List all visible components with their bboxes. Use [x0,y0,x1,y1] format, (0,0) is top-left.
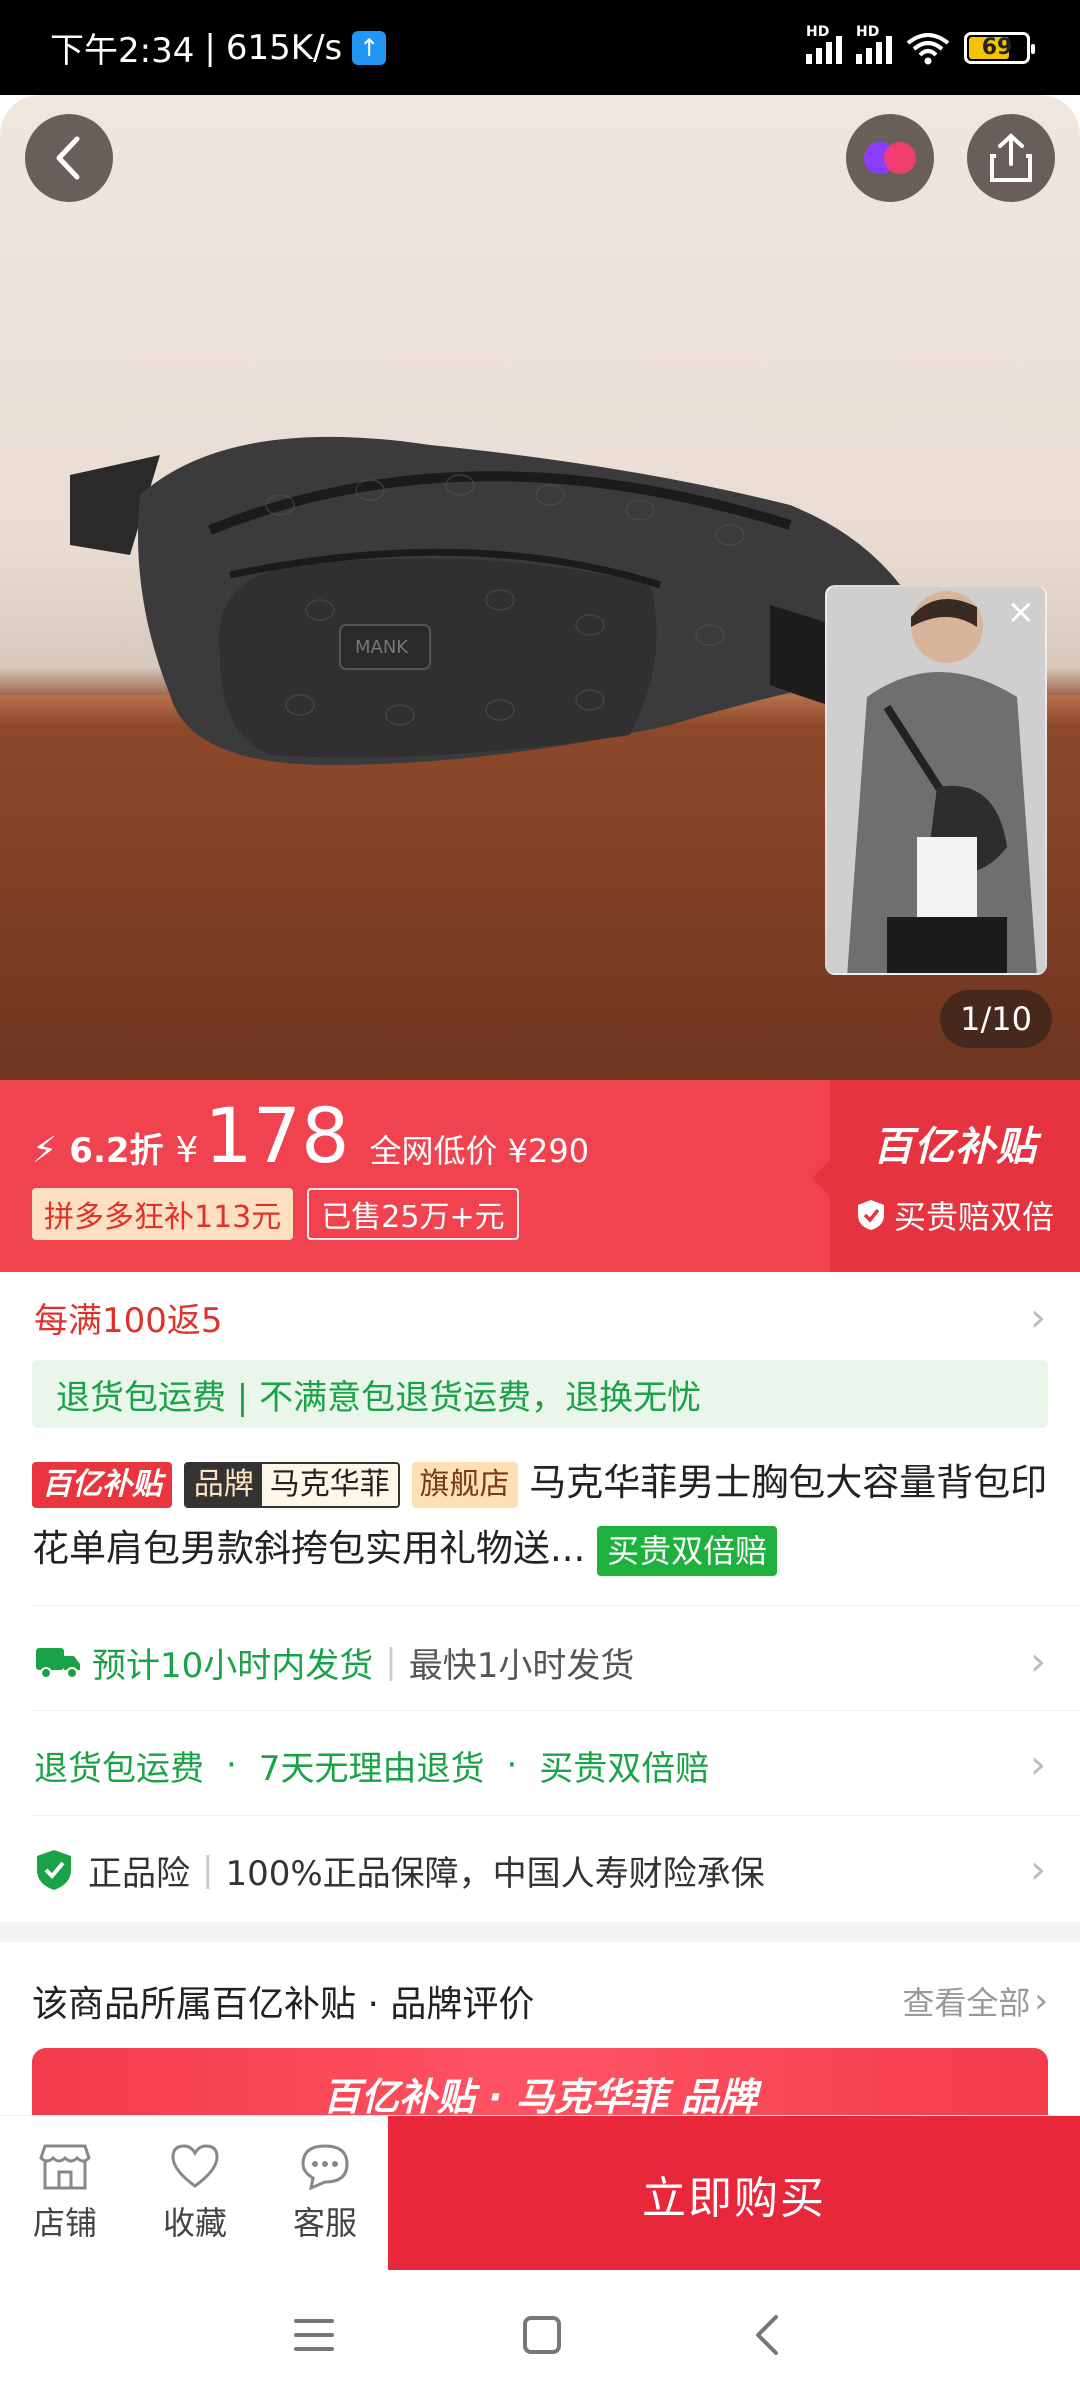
chevron-right-icon: › [1030,1294,1046,1341]
status-bar: 下午2:34 | 615K/s ↑ HD HD 69 [0,0,1080,95]
favorite-button[interactable]: 收藏 [130,2116,260,2270]
authentic-label: 正品险 [88,1853,190,1894]
product-photo-bag: MANK [70,436,940,765]
wifi-icon [906,32,950,64]
subsidy-tag: 拼多多狂补113元 [32,1188,294,1240]
dot-separator: · [506,1745,518,1785]
divider [32,1815,1080,1816]
upload-icon: ↑ [352,30,387,65]
guarantee-badge: 买贵双倍赔 [597,1525,778,1576]
dot-separator: · [226,1745,237,1785]
flagship-badge: 旗舰店 [411,1461,518,1508]
section-gap [0,1922,1080,1942]
brand-badge-name: 马克华菲 [261,1463,398,1506]
return-banner: 退货包运费 | 不满意包退货运费，退换无忧 [32,1360,1048,1428]
price-amount: 178 [204,1091,350,1180]
separator: | [385,1642,397,1682]
services-row[interactable]: 退货包运费 · 7天无理由退货 · 买贵双倍赔 › [0,1715,1080,1815]
service-price-guarantee: 买贵双倍赔 [539,1748,710,1789]
model-photo-thumbnail[interactable]: × [825,585,1047,975]
shop-label: 店铺 [32,2204,97,2242]
chevron-right-icon: › [1030,1847,1046,1893]
subsidy-badge: 百亿补贴 [32,1461,172,1508]
lightning-icon: ⚡ [32,1130,58,1171]
divider [32,1710,1080,1711]
rebate-row[interactable]: 每满100返5 › [0,1280,1080,1355]
status-time: 下午2:34 [50,31,195,71]
shield-check-icon [37,1850,71,1890]
status-icons: HD HD 69 [806,24,1035,65]
brand-badge[interactable]: 品牌 马克华菲 [183,1461,400,1508]
guarantee-label: 买贵赔双倍 [893,1198,1054,1236]
shipping-fastest: 最快1小时发货 [408,1645,635,1686]
price-tags: 拼多多狂补113元 已售25万+元 [32,1188,589,1240]
separator: | [202,1850,214,1890]
back-icon[interactable] [748,2313,788,2357]
share-icon [990,133,1032,182]
price-guarantee: 买贵赔双倍 [856,1192,1054,1238]
share-button[interactable] [967,114,1055,202]
customer-service-label: 客服 [292,2204,357,2242]
shop-button[interactable]: 店铺 [0,2116,130,2270]
home-icon[interactable] [520,2313,564,2357]
battery-icon: 69 [964,31,1035,64]
signal-label: HD [806,23,830,40]
status-speed: 615K/s [225,27,343,68]
rating-section-header[interactable]: 该商品所属百亿补贴 · 品牌评价 查看全部 › [32,1975,1048,2027]
shipping-estimate: 预计10小时内发货 [92,1645,374,1686]
rebate-text: 每满100返5 [34,1301,223,1341]
rating-section-title: 该商品所属百亿补贴 · 品牌评价 [32,1984,535,2025]
product-image-carousel[interactable]: MANK × 1/10 [0,95,1080,1080]
sold-count-tag: 已售25万+元 [307,1188,519,1240]
page-indicator: 1/10 [940,990,1052,1048]
product-title: 百亿补贴 品牌 马克华菲 旗舰店 马克华菲男士胸包大容量背包印花单肩包男款斜挎包… [32,1450,1052,1582]
chevron-left-icon [56,136,80,180]
chevron-right-icon: › [1030,1639,1046,1685]
status-separator: | [204,27,216,68]
truck-icon [36,1648,80,1679]
signal-label-2: HD [856,23,880,40]
discount-label: 6.2折 [69,1131,164,1171]
shipping-row[interactable]: 预计10小时内发货 | 最快1小时发货 › [0,1612,1080,1712]
buy-now-button[interactable]: 立即购买 [388,2116,1080,2271]
price-row: ⚡ 6.2折 ¥ 178 全网低价 ¥290 [32,1096,589,1176]
authentic-row[interactable]: 正品险 | 100%正品保障，中国人寿财险承保 › [0,1820,1080,1920]
color-blend-icon [864,142,916,174]
back-button[interactable] [25,114,113,202]
chevron-right-icon: › [1030,1742,1046,1788]
subsidy-logo: 百亿补贴 [873,1124,1037,1170]
authentic-text: 100%正品保障，中国人寿财险承保 [225,1853,765,1894]
svg-text:MANK: MANK [355,637,409,658]
bottom-action-bar: 店铺 收藏 客服 立即购买 [0,2115,1080,2271]
price-band: ⚡ 6.2折 ¥ 178 全网低价 ¥290 拼多多狂补113元 已售25万+元… [0,1080,1080,1272]
chevron-right-icon: › [1034,1981,1048,2021]
favorite-label: 收藏 [162,2204,227,2242]
customer-service-button[interactable]: 客服 [260,2116,390,2270]
subsidy-program-panel[interactable]: 百亿补贴 买贵赔双倍 [812,1080,1080,1272]
currency-symbol: ¥ [175,1130,199,1171]
divider [32,1605,1080,1606]
brand-badge-label: 品牌 [185,1463,262,1506]
service-7day-return: 7天无理由退货 [258,1748,485,1789]
heart-icon [171,2144,219,2188]
menu-icon[interactable] [292,2315,336,2355]
lowest-price-note: 全网低价 ¥290 [369,1132,590,1170]
model-photo [827,587,1045,973]
shield-check-icon [857,1200,884,1230]
signal-icon: HD [806,24,842,64]
color-picker-button[interactable] [846,114,934,202]
chat-bubble-icon [301,2144,349,2190]
battery-level: 69 [981,35,1013,60]
system-nav-bar [0,2270,1080,2400]
brand-promo-strip[interactable]: 百亿补贴 · 马克华菲 品牌 [32,2048,1048,2118]
signal-icon-2: HD [856,24,892,64]
view-all-link[interactable]: 查看全部 [902,1978,1030,2024]
price-info: ⚡ 6.2折 ¥ 178 全网低价 ¥290 拼多多狂补113元 已售25万+元 [32,1096,589,1240]
close-icon[interactable]: × [1007,595,1036,629]
store-icon [39,2144,91,2190]
service-free-return: 退货包运费 [34,1748,204,1789]
